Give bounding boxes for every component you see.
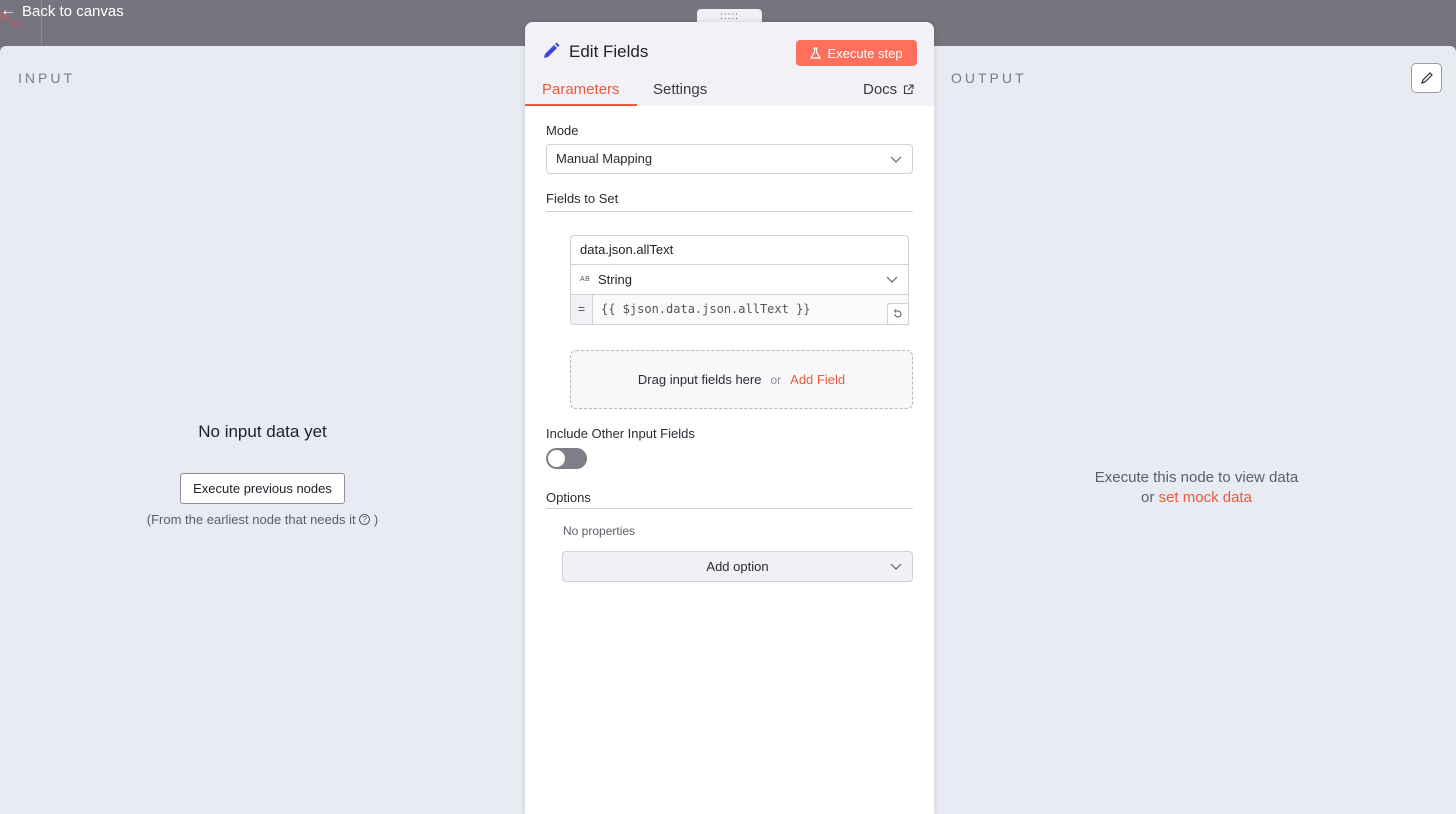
pencil-icon	[544, 42, 560, 58]
toggle-knob	[548, 450, 565, 467]
chevron-down-icon	[886, 276, 898, 283]
section-divider	[546, 508, 913, 509]
chevron-down-icon	[890, 563, 902, 570]
chevron-down-icon	[890, 156, 902, 163]
active-tab-indicator	[525, 104, 637, 106]
mode-label: Mode	[546, 123, 579, 138]
expression-toggle-button[interactable]	[887, 303, 909, 325]
options-label: Options	[546, 490, 591, 505]
output-pane-title: OUTPUT	[951, 70, 1027, 86]
input-empty-state: No input data yet Execute previous nodes…	[0, 422, 525, 527]
include-other-fields-label: Include Other Input Fields	[546, 426, 695, 441]
field-dropzone[interactable]: Drag input fields here or Add Field	[570, 350, 913, 409]
output-empty-state: Execute this node to view data or set mo…	[937, 468, 1456, 508]
field-value-expression-input[interactable]: {{ $json.data.json.allText }}	[593, 295, 909, 325]
edit-output-button[interactable]	[1411, 63, 1442, 93]
output-empty-text: Execute this node to view data	[1094, 469, 1299, 486]
section-divider	[546, 211, 913, 212]
execute-step-label: Execute step	[827, 45, 903, 61]
field-value-row: = {{ $json.data.json.allText }}	[570, 295, 909, 325]
flask-icon	[810, 47, 822, 59]
input-empty-hint: (From the earliest node that needs it ? …	[0, 512, 525, 527]
panel-header: Edit Fields Execute step Parameters Sett…	[525, 22, 934, 106]
field-type-value: String	[598, 272, 632, 287]
include-other-fields-toggle[interactable]	[546, 448, 587, 469]
field-type-select[interactable]: AB String	[570, 265, 909, 295]
dropzone-or: or	[770, 372, 782, 387]
add-option-label: Add option	[706, 559, 769, 574]
back-to-canvas-link[interactable]: ← Back to canvas	[0, 0, 124, 22]
external-link-icon	[904, 84, 914, 95]
input-pane-title: INPUT	[18, 70, 75, 86]
tab-settings[interactable]: Settings	[653, 81, 707, 98]
execute-step-button[interactable]: Execute step	[796, 40, 917, 66]
help-icon[interactable]: ?	[359, 514, 371, 525]
add-option-dropdown[interactable]: Add option	[562, 551, 913, 582]
field-assignment: data.json.allText AB String = {{ $json.d…	[570, 235, 909, 325]
node-settings-panel: Edit Fields Execute step Parameters Sett…	[525, 22, 934, 814]
pencil-outline-icon	[1420, 72, 1433, 84]
output-or: or	[1141, 489, 1155, 506]
docs-label: Docs	[863, 81, 898, 98]
mode-select[interactable]: Manual Mapping	[546, 144, 913, 174]
no-properties-text: No properties	[563, 524, 636, 538]
add-field-link[interactable]: Add Field	[790, 372, 845, 387]
docs-link[interactable]: Docs	[863, 81, 914, 98]
input-empty-headline: No input data yet	[198, 422, 327, 441]
hint-text: (From the earliest node that needs it	[146, 512, 356, 527]
undo-icon	[893, 309, 902, 318]
node-title: Edit Fields	[569, 42, 649, 61]
arrow-left-icon: ←	[0, 2, 16, 19]
mode-value: Manual Mapping	[556, 151, 653, 166]
back-to-canvas-label: Back to canvas	[22, 2, 124, 20]
dropzone-text: Drag input fields here	[637, 372, 762, 387]
field-name-input[interactable]: data.json.allText	[570, 235, 909, 265]
execute-previous-nodes-button[interactable]: Execute previous nodes	[180, 473, 345, 504]
tab-parameters[interactable]: Parameters	[542, 81, 620, 98]
fields-to-set-label: Fields to Set	[546, 191, 619, 206]
string-type-icon: AB	[580, 276, 591, 283]
set-mock-data-link[interactable]: set mock data	[1159, 489, 1252, 506]
hint-close: )	[373, 512, 379, 527]
equals-sign: =	[570, 295, 593, 325]
